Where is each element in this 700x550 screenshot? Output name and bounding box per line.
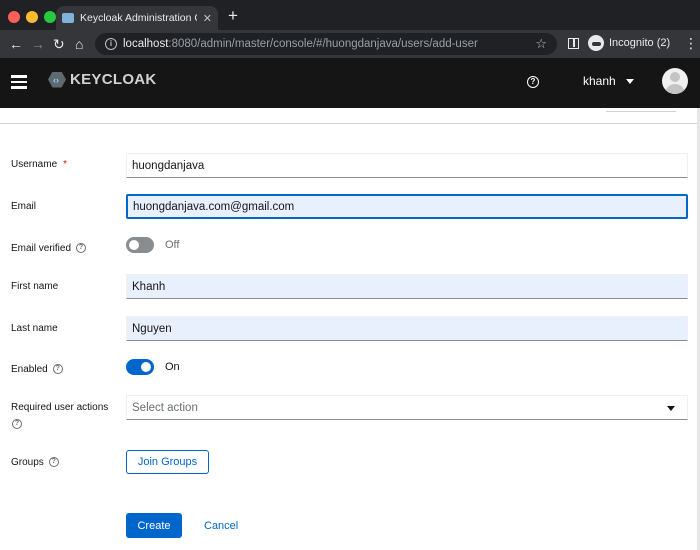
- groups-label: Groups?: [11, 457, 59, 468]
- keycloak-favicon-icon: [62, 13, 74, 23]
- first-name-label: First name: [11, 281, 59, 292]
- window-close-button[interactable]: [8, 11, 20, 23]
- help-circle-icon[interactable]: ?: [52, 364, 63, 375]
- reload-button[interactable]: ↻: [53, 35, 65, 53]
- site-info-icon[interactable]: i: [105, 38, 117, 50]
- page-divider: [0, 123, 700, 124]
- tab-title: Keycloak Administration Console: [80, 12, 197, 24]
- enabled-switch[interactable]: [126, 359, 154, 375]
- new-tab-button[interactable]: +: [228, 6, 238, 26]
- email-label: Email: [11, 201, 37, 212]
- close-tab-icon[interactable]: ✕: [203, 12, 212, 25]
- hamburger-icon[interactable]: [11, 75, 27, 89]
- window-minimize-button[interactable]: [26, 11, 38, 23]
- browser-toolbar: ← → ↻ ⌂ i localhost:8080/admin/master/co…: [0, 30, 700, 58]
- last-name-label: Last name: [11, 323, 58, 334]
- side-panel-icon[interactable]: [568, 38, 579, 49]
- browser-menu-icon[interactable]: ⋮: [684, 34, 698, 52]
- incognito-indicator[interactable]: Incognito (2): [588, 35, 670, 51]
- browser-tab-bar: Keycloak Administration Console ✕ +: [0, 0, 700, 30]
- first-name-input[interactable]: Khanh: [126, 274, 688, 299]
- username-input[interactable]: huongdanjava: [126, 153, 688, 178]
- create-button[interactable]: Create: [126, 513, 182, 538]
- keycloak-logo[interactable]: ‹› KEYCLOAK: [46, 71, 157, 88]
- help-circle-icon[interactable]: ?: [48, 457, 59, 468]
- last-name-input[interactable]: Nguyen: [126, 316, 688, 341]
- required-mark: *: [63, 159, 68, 170]
- enabled-label: Enabled?: [11, 364, 63, 375]
- window-maximize-button[interactable]: [44, 11, 56, 23]
- back-button[interactable]: ←: [9, 35, 23, 53]
- email-verified-label: Email verified?: [11, 243, 87, 254]
- enabled-state: On: [165, 361, 180, 373]
- help-circle-icon[interactable]: ?: [12, 419, 22, 429]
- select-placeholder: Select action: [132, 401, 198, 414]
- email-verified-switch[interactable]: [126, 237, 154, 253]
- browser-tab[interactable]: Keycloak Administration Console ✕: [56, 6, 218, 30]
- home-button[interactable]: ⌂: [75, 35, 83, 53]
- address-bar[interactable]: i localhost:8080/admin/master/console/#/…: [95, 33, 557, 55]
- join-groups-button[interactable]: Join Groups: [126, 450, 209, 474]
- url-host: localhost: [123, 38, 169, 50]
- username-label: Username *: [11, 159, 68, 170]
- bookmark-star-icon[interactable]: ☆: [535, 36, 547, 52]
- incognito-label: Incognito (2): [609, 37, 671, 49]
- cancel-button[interactable]: Cancel: [204, 513, 238, 538]
- user-avatar-icon[interactable]: [662, 68, 688, 94]
- url-path: :8080/admin/master/console/#/huongdanjav…: [168, 38, 478, 50]
- required-actions-select[interactable]: Select action: [126, 395, 688, 420]
- url-text[interactable]: localhost:8080/admin/master/console/#/hu…: [123, 38, 529, 50]
- required-actions-label: Required user actions: [11, 402, 109, 413]
- toolbar-remnant: [606, 108, 676, 112]
- keycloak-logo-icon: ‹›: [46, 71, 68, 88]
- forward-button[interactable]: →: [31, 35, 45, 53]
- user-menu-toggle[interactable]: khanh: [583, 74, 616, 88]
- incognito-icon: [588, 35, 604, 51]
- caret-down-icon: [667, 406, 675, 411]
- caret-down-icon[interactable]: [626, 79, 634, 84]
- email-verified-state: Off: [165, 239, 180, 251]
- logo-text: KEYCLOAK: [70, 71, 157, 88]
- help-circle-icon[interactable]: ?: [76, 243, 87, 254]
- email-input[interactable]: huongdanjava.com@gmail.com: [126, 194, 688, 219]
- help-icon[interactable]: ?: [527, 76, 539, 88]
